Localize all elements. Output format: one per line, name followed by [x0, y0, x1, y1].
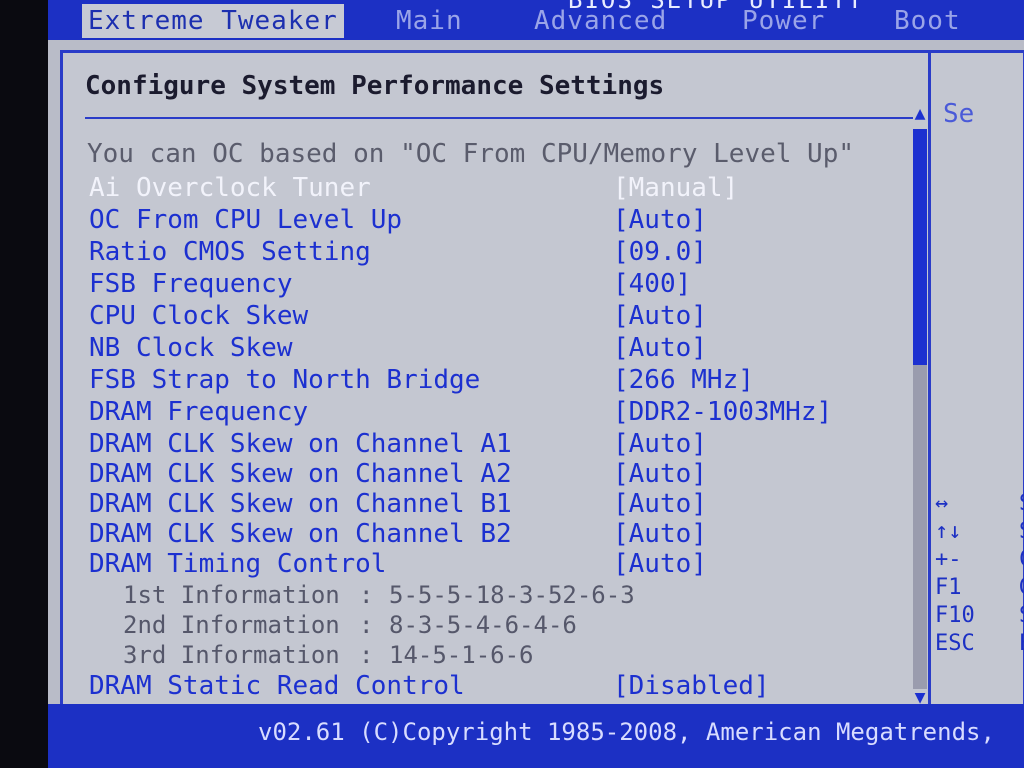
setting-label: NB Clock Skew [89, 333, 293, 363]
key-hint-left-right: ↔ S [935, 491, 1024, 519]
setting-dram-static-read-control[interactable]: DRAM Static Read Control [Disabled] [63, 671, 923, 701]
tab-advanced[interactable]: Advanced [534, 4, 667, 38]
key-hint-f1: F1 Ge [935, 575, 1024, 603]
setting-value[interactable]: [DDR2-1003MHz] [613, 397, 832, 427]
setting-label: DRAM CLK Skew on Channel A1 [89, 429, 512, 459]
timing-info-value: 8-3-5-4-6-4-6 [389, 611, 577, 639]
setting-value[interactable]: [Manual] [613, 173, 738, 203]
setting-fsb-strap[interactable]: FSB Strap to North Bridge [266 MHz] [63, 365, 923, 395]
timing-info-label: 1st Information [123, 581, 340, 609]
key-hint-f10: F10 Sa [935, 603, 1024, 631]
timing-info-label: 2nd Information [123, 611, 340, 639]
setting-value[interactable]: [Auto] [613, 301, 707, 331]
setting-value[interactable]: [Auto] [613, 333, 707, 363]
setting-value[interactable]: [400] [613, 269, 691, 299]
footer-bar: v02.61 (C)Copyright 1985-2008, American … [48, 704, 1024, 768]
setting-nb-clock-skew[interactable]: NB Clock Skew [Auto] [63, 333, 923, 363]
help-title: Se [943, 99, 975, 129]
up-down-arrow-icon: ↑↓ [935, 519, 962, 544]
setting-value[interactable]: [Disabled] [613, 671, 770, 701]
setting-dram-clk-skew-b1[interactable]: DRAM CLK Skew on Channel B1 [Auto] [63, 489, 923, 519]
setting-value[interactable]: [Auto] [613, 519, 707, 549]
key-hint-key: ESC [935, 631, 975, 656]
help-panel: Se ↔ S ↑↓ S +- C F1 Ge F10 Sa ESC [928, 53, 1024, 707]
key-hint-esc: ESC Ex [935, 631, 1024, 659]
key-hint-key: F1 [935, 575, 962, 600]
key-hint-key: +- [935, 547, 962, 572]
tab-extreme-tweaker[interactable]: Extreme Tweaker [82, 4, 344, 38]
scrollbar-thumb[interactable] [913, 129, 927, 365]
main-frame: Configure System Performance Settings Yo… [60, 50, 1024, 710]
setting-ratio-cmos[interactable]: Ratio CMOS Setting [09.0] [63, 237, 923, 267]
oc-info-note: You can OC based on "OC From CPU/Memory … [87, 139, 855, 169]
key-hint-desc: Ge [1019, 575, 1024, 600]
setting-dram-clk-skew-b2[interactable]: DRAM CLK Skew on Channel B2 [Auto] [63, 519, 923, 549]
timing-info-1st: 1st Information : 5-5-5-18-3-52-6-3 [63, 581, 923, 611]
timing-info-label: 3rd Information [123, 641, 340, 669]
setting-cpu-clock-skew[interactable]: CPU Clock Skew [Auto] [63, 301, 923, 331]
timing-info-separator: : [359, 641, 374, 669]
setting-label: DRAM Timing Control [89, 549, 387, 579]
setting-value[interactable]: [09.0] [613, 237, 707, 267]
setting-label: FSB Frequency [89, 269, 293, 299]
key-hint-plus-minus: +- C [935, 547, 1024, 575]
setting-dram-frequency[interactable]: DRAM Frequency [DDR2-1003MHz] [63, 397, 923, 427]
key-hint-up-down: ↑↓ S [935, 519, 1024, 547]
setting-label: FSB Strap to North Bridge [89, 365, 481, 395]
setting-label: CPU Clock Skew [89, 301, 309, 331]
page-title: Configure System Performance Settings [85, 71, 665, 101]
setting-fsb-frequency[interactable]: FSB Frequency [400] [63, 269, 923, 299]
setting-dram-clk-skew-a1[interactable]: DRAM CLK Skew on Channel A1 [Auto] [63, 429, 923, 459]
timing-info-2nd: 2nd Information : 8-3-5-4-6-4-6 [63, 611, 923, 641]
key-hint-desc: Ex [1019, 631, 1024, 656]
setting-label: OC From CPU Level Up [89, 205, 403, 235]
timing-info-separator: : [359, 581, 374, 609]
key-hint-key: F10 [935, 603, 975, 628]
setting-value[interactable]: [Auto] [613, 549, 707, 579]
setting-label: DRAM CLK Skew on Channel A2 [89, 459, 512, 489]
setting-label: Ai Overclock Tuner [89, 173, 371, 203]
setting-value[interactable]: [Auto] [613, 489, 707, 519]
tab-boot[interactable]: Boot [894, 4, 961, 38]
title-bar: BIOS SETUP UTILITY Extreme Tweaker Main … [48, 0, 1024, 40]
key-hint-desc: S [1019, 519, 1024, 544]
setting-ai-overclock-tuner[interactable]: Ai Overclock Tuner [Manual] [63, 173, 923, 203]
setting-label: Ratio CMOS Setting [89, 237, 371, 267]
left-right-arrow-icon: ↔ [935, 491, 949, 516]
copyright-text: v02.61 (C)Copyright 1985-2008, American … [258, 718, 995, 746]
key-hint-desc: S [1019, 491, 1024, 516]
title-divider [85, 117, 913, 119]
setting-label: DRAM CLK Skew on Channel B2 [89, 519, 512, 549]
key-hint-desc: Sa [1019, 603, 1024, 628]
setting-value[interactable]: [Auto] [613, 459, 707, 489]
setting-value[interactable]: [Auto] [613, 205, 707, 235]
bios-screen: BIOS SETUP UTILITY Extreme Tweaker Main … [48, 0, 1024, 768]
tab-main[interactable]: Main [396, 4, 463, 38]
timing-info-value: 5-5-5-18-3-52-6-3 [389, 581, 635, 609]
setting-value[interactable]: [266 MHz] [613, 365, 754, 395]
timing-info-3rd: 3rd Information : 14-5-1-6-6 [63, 641, 923, 671]
setting-dram-timing-control[interactable]: DRAM Timing Control [Auto] [63, 549, 923, 579]
setting-oc-from-cpu-level-up[interactable]: OC From CPU Level Up [Auto] [63, 205, 923, 235]
tab-power[interactable]: Power [742, 4, 825, 38]
setting-label: DRAM CLK Skew on Channel B1 [89, 489, 512, 519]
timing-info-separator: : [359, 611, 374, 639]
setting-value[interactable]: [Auto] [613, 429, 707, 459]
key-hint-desc: C [1019, 547, 1024, 572]
setting-dram-clk-skew-a2[interactable]: DRAM CLK Skew on Channel A2 [Auto] [63, 459, 923, 489]
setting-label: DRAM Static Read Control [89, 671, 465, 701]
settings-panel: Configure System Performance Settings Yo… [63, 53, 927, 708]
setting-label: DRAM Frequency [89, 397, 309, 427]
timing-info-value: 14-5-1-6-6 [389, 641, 534, 669]
